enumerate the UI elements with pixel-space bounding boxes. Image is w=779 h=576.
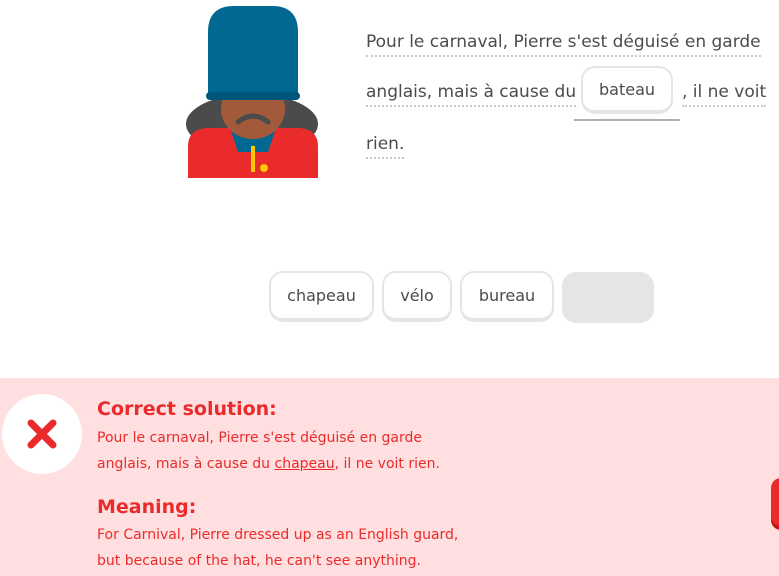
sentence-line-1[interactable]: Pour le carnaval, Pierre s'est déguisé e… bbox=[366, 32, 761, 57]
meaning-title: Meaning: bbox=[97, 496, 197, 518]
guard-character-illustration bbox=[186, 6, 318, 178]
word-chip-bureau[interactable]: bureau bbox=[460, 271, 554, 322]
incorrect-badge bbox=[2, 394, 82, 474]
selected-answer-chip[interactable]: bateau bbox=[581, 66, 673, 114]
correct-solution-title: Correct solution: bbox=[97, 398, 277, 420]
sentence-line-2-end[interactable]: , il ne voit bbox=[682, 82, 767, 107]
correct-word: chapeau bbox=[274, 456, 335, 472]
word-chip-chapeau[interactable]: chapeau bbox=[269, 271, 374, 322]
continue-button[interactable] bbox=[771, 478, 779, 526]
used-word-placeholder bbox=[562, 272, 654, 323]
sentence-line-3[interactable]: rien. bbox=[366, 134, 405, 159]
meaning-text: For Carnival, Pierre dressed up as an En… bbox=[97, 527, 459, 569]
sentence-line-2-start[interactable]: anglais, mais à cause du bbox=[366, 82, 577, 107]
word-chip-velo[interactable]: vélo bbox=[382, 271, 452, 322]
correct-solution-text: Pour le carnaval, Pierre s'est déguisé e… bbox=[97, 430, 440, 472]
close-icon bbox=[27, 419, 57, 449]
